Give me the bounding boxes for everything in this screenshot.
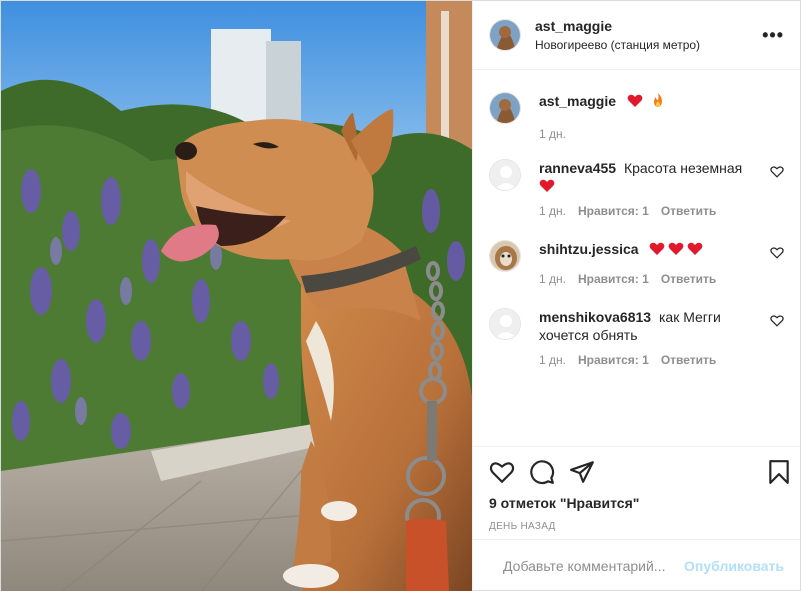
like-heart-icon[interactable] xyxy=(489,459,515,485)
publish-button[interactable]: Опубликовать xyxy=(684,558,784,574)
like-comment-heart-icon[interactable] xyxy=(770,246,784,260)
comment-likes[interactable]: Нравится: 1 xyxy=(578,353,649,367)
add-comment-bar: Опубликовать xyxy=(473,539,800,591)
comment-bubble-icon[interactable] xyxy=(529,459,555,485)
instagram-post: ast_maggie Новогиреево (станция метро) •… xyxy=(0,0,801,591)
reply-button[interactable]: Ответить xyxy=(661,353,716,367)
reply-button[interactable]: Ответить xyxy=(661,204,716,218)
red-heart-icon xyxy=(627,94,643,107)
post-header: ast_maggie Новогиреево (станция метро) •… xyxy=(473,1,800,70)
comment-time[interactable]: 1 дн. xyxy=(539,204,566,218)
post-date[interactable]: ДЕНЬ НАЗАД xyxy=(489,521,784,532)
reply-button[interactable]: Ответить xyxy=(661,272,716,286)
comment-likes[interactable]: Нравится: 1 xyxy=(578,204,649,218)
comment-username[interactable]: ranneva455 xyxy=(539,160,616,176)
like-comment-heart-icon[interactable] xyxy=(770,165,784,179)
comments-list: ast_maggie 1 дн. ranneva455 Красота незе… xyxy=(473,70,800,446)
caption: ast_maggie 1 дн. xyxy=(489,92,784,141)
comment-text: Красота неземная xyxy=(623,160,743,176)
comment-item: ranneva455 Красота неземная 1 дн. Нравит… xyxy=(489,159,784,218)
caption-time[interactable]: 1 дн. xyxy=(539,127,566,141)
red-heart-icon xyxy=(688,242,703,255)
comment-item: shihtzu.jessica 1 дн. Нравится: 1 Ответи… xyxy=(489,240,784,286)
post-location[interactable]: Новогиреево (станция метро) xyxy=(535,38,762,52)
likes-count[interactable]: 9 отметок "Нравится" xyxy=(489,495,784,511)
post-actions: 9 отметок "Нравится" ДЕНЬ НАЗАД xyxy=(473,446,800,539)
comment-input[interactable] xyxy=(503,558,685,574)
comment-time[interactable]: 1 дн. xyxy=(539,353,566,367)
red-heart-icon xyxy=(539,179,555,192)
red-heart-icon xyxy=(669,242,684,255)
bookmark-icon[interactable] xyxy=(766,459,792,485)
commenter-avatar[interactable] xyxy=(489,240,521,272)
comment-username[interactable]: shihtzu.jessica xyxy=(539,241,639,257)
author-avatar[interactable] xyxy=(489,19,521,51)
comment-item: menshikova6813 как Мегги хочется обнять … xyxy=(489,308,784,367)
post-side-panel: ast_maggie Новогиреево (станция метро) •… xyxy=(472,1,800,591)
more-horizontal-icon[interactable]: ••• xyxy=(762,25,784,46)
caption-avatar[interactable] xyxy=(489,92,521,124)
comment-time[interactable]: 1 дн. xyxy=(539,272,566,286)
dog-photo-image xyxy=(1,1,472,591)
comment-likes[interactable]: Нравится: 1 xyxy=(578,272,649,286)
commenter-avatar-default[interactable] xyxy=(489,308,521,340)
fire-icon xyxy=(653,93,662,107)
post-photo[interactable] xyxy=(1,1,472,591)
caption-username[interactable]: ast_maggie xyxy=(539,93,616,109)
share-paper-plane-icon[interactable] xyxy=(569,459,595,485)
red-heart-icon xyxy=(650,242,665,255)
author-username[interactable]: ast_maggie xyxy=(535,18,762,34)
like-comment-heart-icon[interactable] xyxy=(770,314,784,328)
commenter-avatar-default[interactable] xyxy=(489,159,521,191)
comment-username[interactable]: menshikova6813 xyxy=(539,309,651,325)
